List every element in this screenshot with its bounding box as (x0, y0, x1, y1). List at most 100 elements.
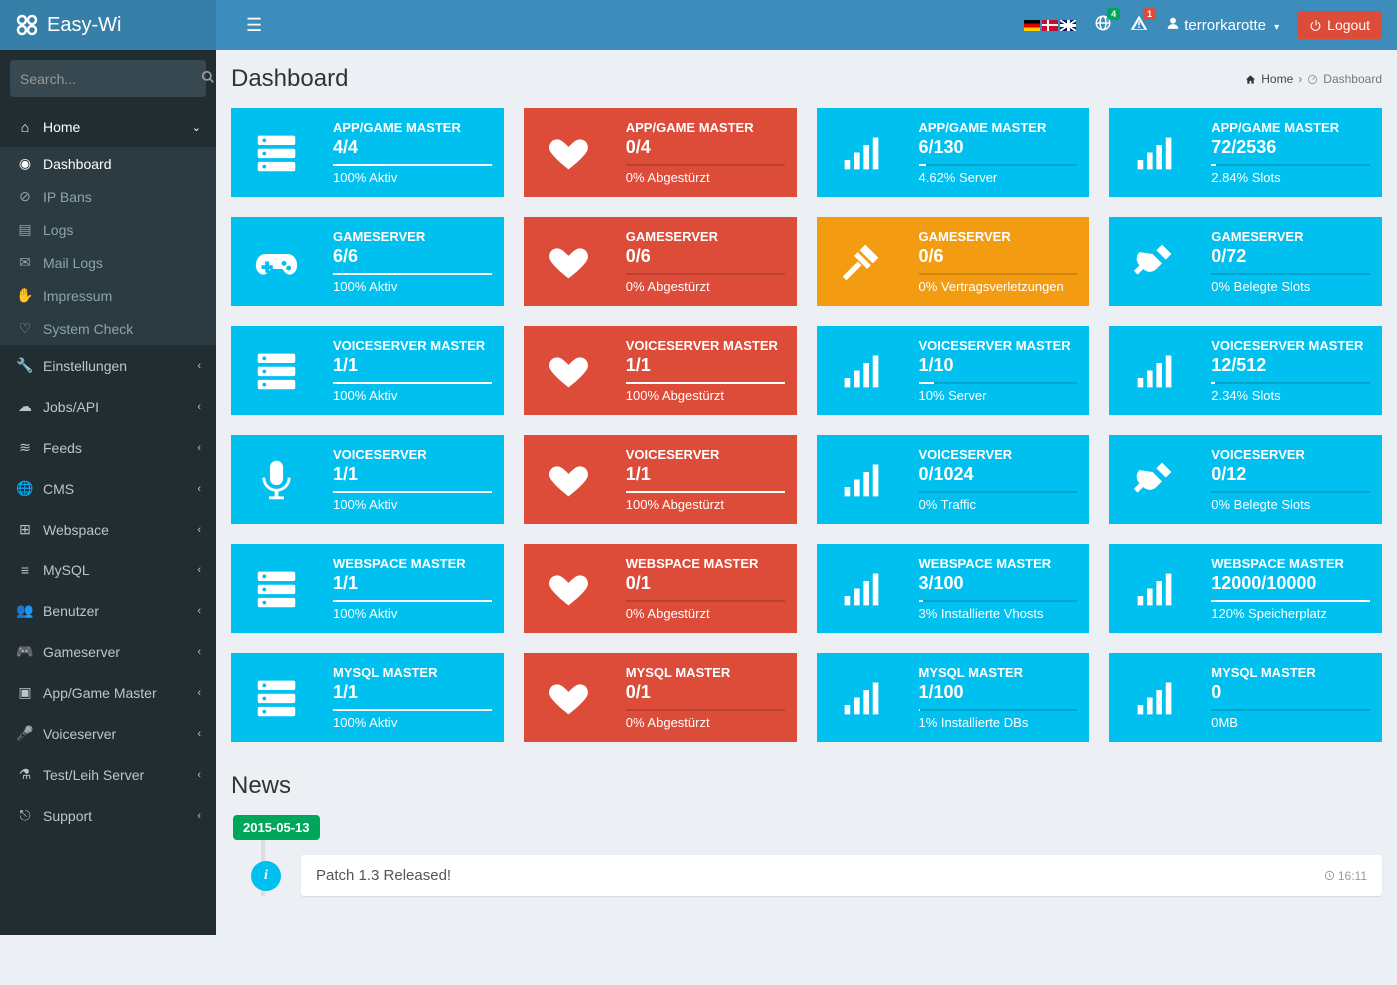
flag-de[interactable] (1024, 20, 1040, 31)
stat-box[interactable]: WEBSPACE MASTER 3/100 3% Installierte Vh… (817, 544, 1090, 633)
chevron-left-icon: ‹ (197, 646, 201, 658)
stat-box[interactable]: VOICESERVER 1/1 100% Abgestürzt (524, 435, 797, 524)
stat-value: 3/100 (919, 573, 1078, 594)
gavel-icon (817, 217, 907, 306)
stat-value: 6/130 (919, 137, 1078, 158)
stat-box[interactable]: WEBSPACE MASTER 1/1 100% Aktiv (231, 544, 504, 633)
sidebar-item[interactable]: ≡MySQL‹ (0, 550, 216, 590)
signal-icon (1109, 108, 1199, 197)
news-item-time: 16:11 (1324, 869, 1367, 883)
logo-icon (15, 13, 39, 37)
stat-value: 1/1 (333, 355, 492, 376)
sidebar-item[interactable]: 🌐CMS‹ (0, 468, 216, 509)
stat-box[interactable]: GAMESERVER 0/72 0% Belegte Slots (1109, 217, 1382, 306)
stat-box[interactable]: MYSQL MASTER 1/100 1% Installierte DBs (817, 653, 1090, 742)
stat-box[interactable]: VOICESERVER MASTER 1/10 10% Server (817, 326, 1090, 415)
signal-icon (817, 435, 907, 524)
stat-box[interactable]: VOICESERVER MASTER 1/1 100% Aktiv (231, 326, 504, 415)
stat-box[interactable]: APP/GAME MASTER 72/2536 2.84% Slots (1109, 108, 1382, 197)
brand-logo[interactable]: Easy-Wi (0, 0, 216, 50)
flag-uk[interactable] (1060, 20, 1076, 31)
sidebar-toggle[interactable]: ☰ (231, 0, 277, 51)
flag-dk[interactable] (1042, 20, 1058, 31)
news-item-title: Patch 1.3 Released! (316, 867, 451, 884)
signal-icon (817, 544, 907, 633)
stat-value: 1/10 (919, 355, 1078, 376)
stat-box[interactable]: GAMESERVER 0/6 0% Abgestürzt (524, 217, 797, 306)
logout-button[interactable]: Logout (1297, 11, 1382, 39)
news-item[interactable]: Patch 1.3 Released! 16:11 (301, 855, 1382, 896)
stat-value: 12/512 (1211, 355, 1370, 376)
stat-desc: 0% Abgestürzt (626, 170, 785, 185)
stat-title: WEBSPACE MASTER (1211, 556, 1370, 571)
warnings-menu[interactable]: 1 (1130, 14, 1148, 36)
stat-box[interactable]: APP/GAME MASTER 6/130 4.62% Server (817, 108, 1090, 197)
stat-value: 1/1 (333, 464, 492, 485)
breadcrumb-home[interactable]: Home (1261, 72, 1293, 86)
notifications-badge: 4 (1107, 8, 1120, 20)
sidebar-item[interactable]: 🎮Gameserver‹ (0, 631, 216, 672)
stat-value: 0/12 (1211, 464, 1370, 485)
search-button[interactable] (201, 70, 215, 87)
stat-title: APP/GAME MASTER (1211, 120, 1370, 135)
stat-box[interactable]: VOICESERVER 0/12 0% Belegte Slots (1109, 435, 1382, 524)
sidebar-subitem[interactable]: ⊘IP Bans (0, 180, 216, 213)
stat-desc: 100% Aktiv (333, 279, 492, 294)
sidebar-item[interactable]: ⊞Webspace‹ (0, 509, 216, 550)
sidebar-item[interactable]: 👥Benutzer‹ (0, 590, 216, 631)
stat-desc: 100% Aktiv (333, 497, 492, 512)
stat-value: 0/1024 (919, 464, 1078, 485)
sidebar-item[interactable]: ⚗Test/Leih Server‹ (0, 754, 216, 795)
stat-title: GAMESERVER (1211, 229, 1370, 244)
stat-title: WEBSPACE MASTER (333, 556, 492, 571)
stat-box[interactable]: WEBSPACE MASTER 0/1 0% Abgestürzt (524, 544, 797, 633)
brand-name: Easy-Wi (47, 14, 121, 37)
stat-box[interactable]: WEBSPACE MASTER 12000/10000 120% Speiche… (1109, 544, 1382, 633)
stat-title: VOICESERVER MASTER (1211, 338, 1370, 353)
stat-value: 1/1 (333, 573, 492, 594)
stat-box[interactable]: VOICESERVER MASTER 12/512 2.34% Slots (1109, 326, 1382, 415)
stat-box[interactable]: VOICESERVER 1/1 100% Aktiv (231, 435, 504, 524)
sidebar-subitem[interactable]: ♡System Check (0, 312, 216, 345)
stat-box[interactable]: MYSQL MASTER 0 0MB (1109, 653, 1382, 742)
heartbeat-icon (524, 108, 614, 197)
stat-desc: 100% Abgestürzt (626, 497, 785, 512)
sidebar-item[interactable]: 🔧Einstellungen‹ (0, 345, 216, 386)
stat-desc: 100% Aktiv (333, 606, 492, 621)
sidebar-item[interactable]: ☁Jobs/API‹ (0, 386, 216, 427)
sidebar-subitem[interactable]: ▤Logs (0, 213, 216, 246)
news-date-label: 2015-05-13 (233, 815, 320, 840)
notifications-menu[interactable]: 4 (1094, 14, 1112, 36)
stat-box[interactable]: MYSQL MASTER 0/1 0% Abgestürzt (524, 653, 797, 742)
stat-title: APP/GAME MASTER (626, 120, 785, 135)
stat-title: GAMESERVER (626, 229, 785, 244)
stat-desc: 2.34% Slots (1211, 388, 1370, 403)
sidebar-subitem[interactable]: ✉Mail Logs (0, 246, 216, 279)
heartbeat-icon (524, 326, 614, 415)
server-icon (231, 326, 321, 415)
stat-box[interactable]: APP/GAME MASTER 0/4 0% Abgestürzt (524, 108, 797, 197)
sidebar-item[interactable]: ≋Feeds‹ (0, 427, 216, 468)
user-menu[interactable]: terrorkarotte (1166, 16, 1279, 34)
stat-value: 1/1 (626, 464, 785, 485)
sidebar-subitem[interactable]: ✋Impressum (0, 279, 216, 312)
stat-title: WEBSPACE MASTER (626, 556, 785, 571)
stat-box[interactable]: APP/GAME MASTER 4/4 100% Aktiv (231, 108, 504, 197)
search-input[interactable] (20, 70, 201, 87)
sidebar-item[interactable]: 🎤Voiceserver‹ (0, 713, 216, 754)
stat-desc: 4.62% Server (919, 170, 1078, 185)
stat-title: APP/GAME MASTER (333, 120, 492, 135)
sidebar-subitem[interactable]: ◉Dashboard (0, 147, 216, 180)
stat-box[interactable]: VOICESERVER MASTER 1/1 100% Abgestürzt (524, 326, 797, 415)
stat-box[interactable]: MYSQL MASTER 1/1 100% Aktiv (231, 653, 504, 742)
stat-box[interactable]: VOICESERVER 0/1024 0% Traffic (817, 435, 1090, 524)
stat-box[interactable]: GAMESERVER 0/6 0% Vertragsverletzungen (817, 217, 1090, 306)
sidebar-item[interactable]: ⎋Support‹ (0, 795, 216, 836)
stat-box[interactable]: GAMESERVER 6/6 100% Aktiv (231, 217, 504, 306)
chevron-left-icon: ‹ (197, 442, 201, 454)
stat-value: 12000/10000 (1211, 573, 1370, 594)
stat-title: VOICESERVER MASTER (626, 338, 785, 353)
sidebar-item-home[interactable]: ⌂Home⌄ (0, 107, 216, 147)
signal-icon (1109, 544, 1199, 633)
sidebar-item[interactable]: ▣App/Game Master‹ (0, 672, 216, 713)
